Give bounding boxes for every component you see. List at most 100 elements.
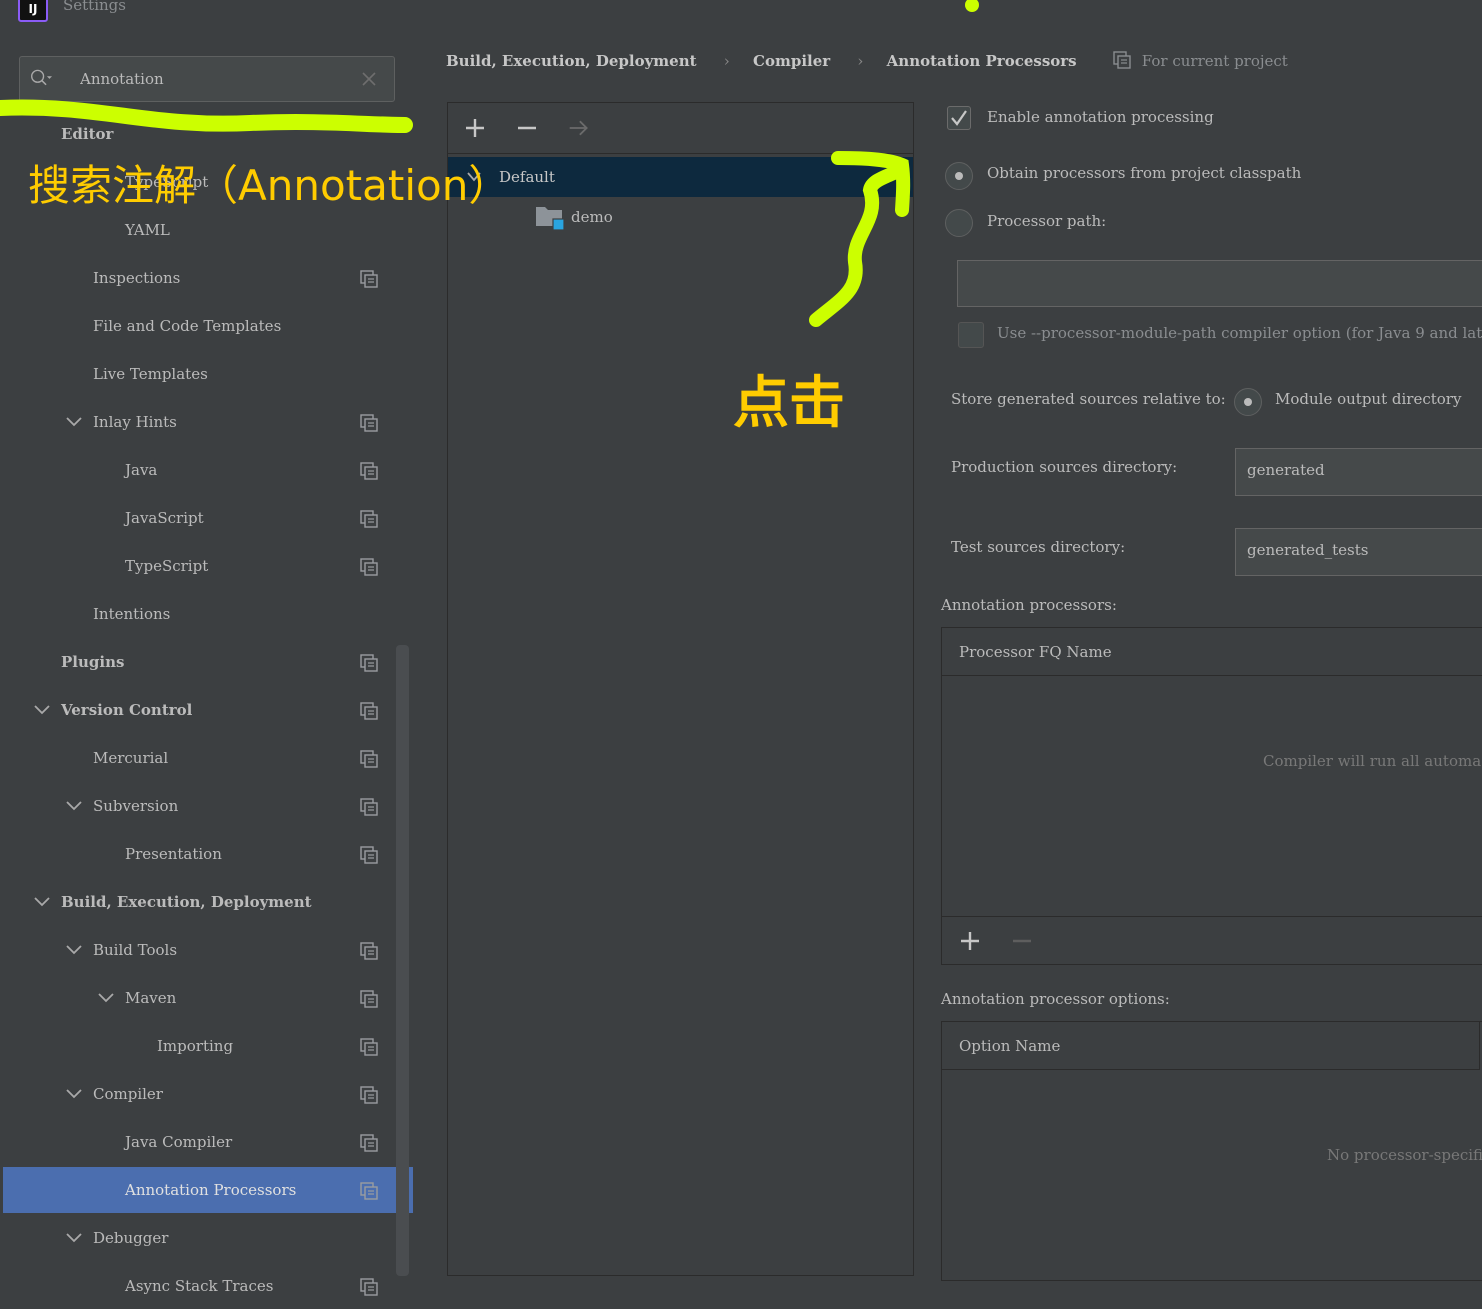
remove-processor-icon[interactable] [1011, 930, 1033, 952]
sidebar-item-label: Plugins [61, 653, 125, 671]
table-divider [942, 916, 1482, 917]
sidebar-item-java-compiler[interactable]: Java Compiler [3, 1119, 413, 1165]
chevron-down-icon[interactable] [98, 990, 114, 1006]
annotation-options-label: Annotation processor options: [941, 990, 1170, 1008]
sidebar-scrollbar[interactable] [396, 645, 409, 1276]
sidebar-item-label: YAML [125, 221, 170, 239]
sidebar-item-subversion[interactable]: Subversion [3, 783, 413, 829]
processor-fq-name-header[interactable]: Processor FQ Name [942, 628, 1482, 676]
module-output-label: Module output directory [1275, 390, 1462, 408]
sidebar-item-mercurial[interactable]: Mercurial [3, 735, 413, 781]
add-processor-icon[interactable] [959, 930, 981, 952]
module-path-label: Use --processor-module-path compiler opt… [997, 324, 1482, 342]
chevron-down-icon[interactable] [34, 894, 50, 910]
project-scope-icon [360, 798, 378, 816]
chevron-down-icon[interactable] [66, 414, 82, 430]
search-input[interactable] [80, 57, 340, 101]
sidebar-item-label: Build Tools [93, 941, 178, 959]
sidebar-item-editor[interactable]: Editor [3, 111, 413, 157]
settings-search-field[interactable] [19, 56, 395, 102]
processors-empty-text: Compiler will run all automa [1263, 752, 1482, 770]
window-title: Settings [63, 0, 126, 14]
profile-module-row[interactable]: demo [448, 197, 913, 237]
sidebar-item-inspections[interactable]: Inspections [3, 255, 413, 301]
sidebar-item-presentation[interactable]: Presentation [3, 831, 413, 877]
add-icon[interactable] [464, 117, 486, 139]
scope-label: For current project [1141, 52, 1288, 70]
sidebar-item-annotation-processors[interactable]: Annotation Processors [3, 1167, 413, 1213]
sidebar-item-live-templates[interactable]: Live Templates [3, 351, 413, 397]
obtain-from-classpath-radio[interactable] [945, 162, 973, 190]
breadcrumb-separator: › [723, 52, 730, 70]
sidebar-item-build-execution-deployment[interactable]: Build, Execution, Deployment [3, 879, 413, 925]
remove-icon[interactable] [516, 117, 538, 139]
project-scope-icon [360, 846, 378, 864]
breadcrumb-item-annotation-processors: Annotation Processors [886, 52, 1077, 70]
annotation-processors-table: Processor FQ Name Compiler will run all … [941, 627, 1482, 965]
sidebar-item-importing[interactable]: Importing [3, 1023, 413, 1069]
app-logo: IJ [18, 0, 48, 22]
sidebar-item-javascript[interactable]: JavaScript [3, 495, 413, 541]
sidebar-item-debugger[interactable]: Debugger [3, 1215, 413, 1261]
project-scope-icon [360, 1182, 378, 1200]
processor-path-radio[interactable] [945, 209, 973, 237]
search-annotation-note: 搜索注解（Annotation） [28, 161, 511, 210]
project-scope-icon [360, 414, 378, 432]
production-sources-field[interactable]: generated [1235, 448, 1482, 496]
sidebar-item-label: Async Stack Traces [125, 1277, 274, 1295]
sidebar-item-label: TypeScript [125, 557, 209, 575]
sidebar-item-maven[interactable]: Maven [3, 975, 413, 1021]
sidebar-item-label: Annotation Processors [125, 1181, 297, 1199]
enable-annotation-checkbox[interactable] [947, 106, 971, 130]
sidebar-item-intentions[interactable]: Intentions [3, 591, 413, 637]
test-sources-field[interactable]: generated_tests [1235, 528, 1482, 576]
sidebar-item-build-tools[interactable]: Build Tools [3, 927, 413, 973]
test-sources-label: Test sources directory: [951, 538, 1126, 556]
sidebar-item-label: Maven [125, 989, 177, 1007]
sidebar-item-label: Intentions [93, 605, 171, 623]
project-scope-icon [360, 510, 378, 528]
processor-path-field[interactable] [957, 260, 1482, 307]
enable-annotation-label: Enable annotation processing [987, 108, 1214, 126]
sidebar-item-label: Compiler [93, 1085, 163, 1103]
project-scope-icon [360, 942, 378, 960]
chevron-down-icon[interactable] [66, 942, 82, 958]
chevron-down-icon[interactable] [66, 798, 82, 814]
breadcrumb-item-build[interactable]: Build, Execution, Deployment [446, 52, 697, 70]
sidebar-item-typescript[interactable]: TypeScript [3, 543, 413, 589]
sidebar-item-label: Subversion [93, 797, 179, 815]
module-path-checkbox[interactable] [958, 322, 984, 348]
chevron-down-icon[interactable] [34, 702, 50, 718]
chevron-down-icon[interactable] [66, 1086, 82, 1102]
sidebar-item-label: Inspections [93, 269, 181, 287]
sidebar-item-label: JavaScript [125, 509, 204, 527]
sidebar-item-label: Java Compiler [125, 1133, 233, 1151]
sidebar-item-label: Mercurial [93, 749, 169, 767]
sidebar-item-compiler[interactable]: Compiler [3, 1071, 413, 1117]
sidebar-item-java[interactable]: Java [3, 447, 413, 493]
sidebar-item-plugins[interactable]: Plugins [3, 639, 413, 685]
sidebar-item-inlay-hints[interactable]: Inlay Hints [3, 399, 413, 445]
copy-icon [1113, 51, 1131, 69]
project-scope-icon [360, 702, 378, 720]
obtain-from-classpath-label: Obtain processors from project classpath [987, 164, 1302, 182]
processor-path-label: Processor path: [987, 212, 1107, 230]
module-output-radio[interactable] [1234, 388, 1262, 416]
search-icon[interactable] [30, 67, 52, 89]
move-arrow-icon[interactable] [568, 117, 590, 139]
profile-module-label: demo [571, 208, 613, 226]
breadcrumb-item-compiler[interactable]: Compiler [753, 52, 830, 70]
sidebar-item-async-stack-traces[interactable]: Async Stack Traces [3, 1263, 413, 1309]
project-scope-icon [360, 270, 378, 288]
sidebar-item-label: Live Templates [93, 365, 208, 383]
clear-search-icon[interactable] [360, 70, 378, 88]
chevron-down-icon[interactable] [66, 1230, 82, 1246]
sidebar-item-version-control[interactable]: Version Control [3, 687, 413, 733]
sidebar-item-label: Build, Execution, Deployment [61, 893, 312, 911]
profile-default-row[interactable]: Default [448, 157, 913, 197]
sidebar-item-yaml[interactable]: YAML [3, 207, 413, 253]
option-name-header[interactable]: Option Name [942, 1022, 1480, 1070]
title-bar: IJ Settings [0, 0, 1482, 36]
project-scope-icon [360, 1134, 378, 1152]
sidebar-item-file-and-code-templates[interactable]: File and Code Templates [3, 303, 413, 349]
